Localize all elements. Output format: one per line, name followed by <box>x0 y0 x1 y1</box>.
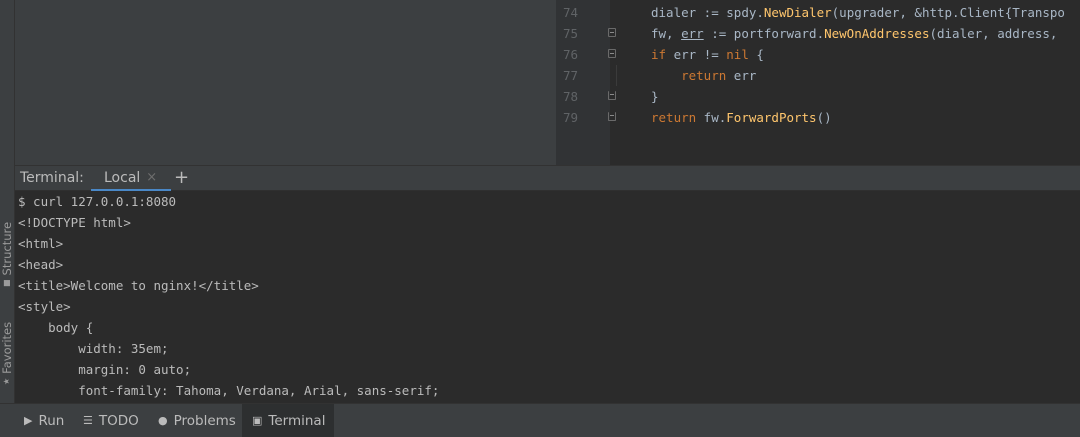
tab-local-label: Local <box>104 169 141 186</box>
terminal-tool-button[interactable]: ▣ Terminal <box>242 404 334 437</box>
code-token: if <box>651 47 667 62</box>
code-line: 77 return err <box>556 65 1080 86</box>
code-token: err != <box>666 47 727 62</box>
run-label: Run <box>38 412 65 429</box>
fold-marker-icon[interactable] <box>608 49 616 58</box>
run-tool-button[interactable]: ▶ Run <box>14 404 74 437</box>
code-token: := <box>703 26 734 41</box>
code-token: } <box>651 89 659 104</box>
code-token: NewDialer <box>763 5 832 20</box>
terminal-line: margin: 0 auto; <box>18 362 192 377</box>
code-token: NewOnAddresses <box>824 26 930 41</box>
todo-label: TODO <box>98 412 139 429</box>
code-token: portforward. <box>733 26 825 41</box>
terminal-line: <head> <box>18 257 64 272</box>
fold-marker-icon[interactable] <box>608 91 616 100</box>
fold-marker-icon[interactable] <box>608 28 616 37</box>
code-token: { <box>748 47 764 62</box>
terminal-line: width: 35em; <box>18 341 169 356</box>
structure-icon: ■ <box>2 279 11 287</box>
code-token: dialer := <box>651 5 727 20</box>
code-text: return err <box>651 65 756 86</box>
project-pane <box>15 0 556 165</box>
line-number: 78 <box>562 89 578 104</box>
code-text: } <box>651 86 659 107</box>
structure-side-tab[interactable]: ■ Structure <box>0 217 14 287</box>
terminal-line: body { <box>18 320 94 335</box>
terminal-line: <title>Welcome to nginx!</title> <box>18 278 259 293</box>
line-number: 75 <box>562 26 578 41</box>
code-token: ForwardPorts <box>726 110 817 125</box>
code-token: err <box>681 26 704 41</box>
code-token: fw, <box>651 26 682 41</box>
favorites-side-tab[interactable]: ★ Favorites <box>0 315 14 385</box>
code-line: 78} <box>556 86 1080 107</box>
terminal-line: <!DOCTYPE html> <box>18 215 131 230</box>
terminal-title: Terminal: <box>20 170 84 186</box>
code-line: 74 dialer := spdy.NewDialer(upgrader, &ht… <box>556 2 1080 23</box>
code-token: fw. <box>696 110 727 125</box>
star-icon: ★ <box>2 377 11 385</box>
add-tab-button[interactable]: + <box>174 167 189 189</box>
code-token: (dialer, address, <box>929 26 1065 41</box>
run-icon: ▶ <box>24 414 33 427</box>
code-editor[interactable]: 74 dialer := spdy.NewDialer(upgrader, &ht… <box>556 0 1080 165</box>
terminal-line: font-family: Tahoma, Verdana, Arial, san… <box>18 383 440 398</box>
problems-label: Problems <box>173 412 236 429</box>
code-token: {Transpo <box>1004 5 1065 20</box>
info-icon: ● <box>158 414 168 427</box>
list-icon: ☰ <box>83 414 93 427</box>
terminal-line: <html> <box>18 236 64 251</box>
terminal-line: $ curl 127.0.0.1:8080 <box>18 194 177 209</box>
line-number: 76 <box>562 47 578 62</box>
terminal-icon: ▣ <box>252 414 263 427</box>
problems-tool-button[interactable]: ● Problems <box>148 404 246 437</box>
terminal-header: Terminal: Local × + <box>15 165 1080 192</box>
todo-tool-button[interactable]: ☰ TODO <box>73 404 149 437</box>
code-text: dialer := spdy.NewDialer(upgrader, &http… <box>651 2 1065 23</box>
code-token: nil <box>726 47 749 62</box>
code-token: () <box>816 110 832 125</box>
code-text: fw, err := portforward.NewOnAddresses(di… <box>651 23 1065 44</box>
code-text: return fw.ForwardPorts() <box>651 107 832 128</box>
terminal-line: <style> <box>18 299 71 314</box>
fold-marker-icon[interactable] <box>608 112 616 121</box>
favorites-label: Favorites <box>0 321 14 374</box>
tab-local[interactable]: Local × <box>91 166 172 192</box>
code-token: http. <box>921 5 960 20</box>
terminal-output[interactable]: $ curl 127.0.0.1:8080 <!DOCTYPE html> <h… <box>15 191 1080 403</box>
code-token: return <box>651 110 697 125</box>
code-token: return <box>681 68 727 83</box>
code-line: 75 fw, err := portforward.NewOnAddresses(… <box>556 23 1080 44</box>
code-token: (upgrader, & <box>831 5 922 20</box>
code-text: if err != nil { <box>651 44 764 65</box>
bottom-tool-bar: ▶ Run ☰ TODO ● Problems ▣ Terminal <box>0 403 1080 437</box>
indent-guide <box>616 65 617 86</box>
terminal-label: Terminal <box>268 412 326 429</box>
code-line: 79 return fw.ForwardPorts() <box>556 107 1080 128</box>
code-token: spdy. <box>726 5 764 20</box>
close-icon[interactable]: × <box>146 170 157 185</box>
code-line: 76 if err != nil { <box>556 44 1080 65</box>
code-token: err <box>726 68 757 83</box>
left-tool-strip: ■ Structure ★ Favorites <box>0 0 15 403</box>
code-token: Client <box>959 5 1005 20</box>
line-number: 74 <box>562 5 578 20</box>
line-number: 79 <box>562 110 578 125</box>
line-number: 77 <box>562 68 578 83</box>
structure-label: Structure <box>0 221 14 276</box>
